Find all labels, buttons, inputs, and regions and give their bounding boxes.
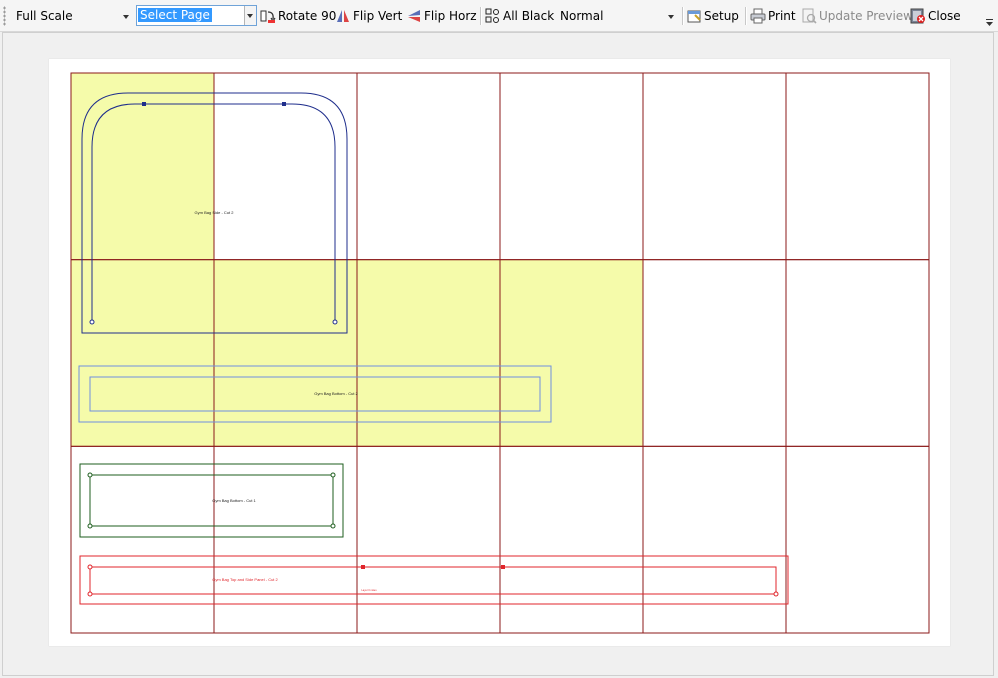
page-cell[interactable] xyxy=(499,445,644,634)
page-dropdown-value: Select Page xyxy=(138,8,212,22)
page-cell[interactable] xyxy=(642,445,787,634)
top-panel-marker xyxy=(501,565,505,569)
close-button[interactable]: Close xyxy=(910,6,961,26)
sides-marker xyxy=(89,319,95,325)
bottom-marker xyxy=(330,523,336,529)
page-cell[interactable] xyxy=(356,445,501,634)
flip-vert-button[interactable]: Flip Vert xyxy=(335,6,402,26)
bottom-marker xyxy=(87,472,93,478)
top-panel-sublabel: Layer 0 notes xyxy=(361,589,377,592)
print-label: Print xyxy=(768,9,796,23)
page-cell[interactable] xyxy=(642,72,787,261)
flip-horz-button[interactable]: Flip Horz xyxy=(406,6,477,26)
top-panel-marker xyxy=(361,565,365,569)
top-panel-marker xyxy=(87,591,93,597)
print-button[interactable]: Print xyxy=(750,6,796,26)
chevron-down-icon xyxy=(668,15,674,19)
setup-button[interactable]: Setup xyxy=(686,6,739,26)
page-cell[interactable] xyxy=(642,259,787,447)
flip-horizontal-icon xyxy=(408,10,420,22)
close-label: Close xyxy=(928,9,961,23)
flip-vertical-icon xyxy=(337,10,349,22)
close-icon xyxy=(910,8,925,24)
sides-marker xyxy=(142,102,146,106)
toolbar-separator xyxy=(480,7,481,25)
page-cell[interactable] xyxy=(70,445,215,634)
top-panel-inner xyxy=(89,566,777,595)
page-setup-icon xyxy=(687,10,701,23)
mode-dropdown[interactable]: Normal xyxy=(556,6,678,27)
pattern-preview-canvas[interactable]: Gym Bag Side - Cut 2 Gym Bag Bottom - Cu… xyxy=(49,59,950,646)
bottom-marker xyxy=(87,523,93,529)
sides-label: Gym Bag Side - Cut 2 xyxy=(195,210,235,215)
top-panel-label: Gym Bag Top and Side Panel - Cut 2 xyxy=(212,577,278,582)
page-cell[interactable] xyxy=(213,72,358,261)
update-preview-label: Update Preview xyxy=(819,9,913,23)
sides-marker xyxy=(282,102,286,106)
toolbar-separator xyxy=(682,7,683,25)
page-cell[interactable] xyxy=(785,445,930,634)
part-bottom[interactable]: Gym Bag Bottom - Cut 1 xyxy=(79,463,344,538)
toolbar-overflow-icon[interactable] xyxy=(985,17,994,27)
top-panel-outer xyxy=(79,555,789,605)
scale-dropdown-value: Full Scale xyxy=(16,9,73,23)
preview-area[interactable]: Gym Bag Side - Cut 2 Gym Bag Bottom - Cu… xyxy=(2,32,994,676)
flip-horz-label: Flip Horz xyxy=(424,9,477,23)
update-preview-button[interactable]: Update Preview xyxy=(801,6,913,26)
highlighted-page xyxy=(357,259,500,447)
setup-label: Setup xyxy=(704,9,739,23)
page-cell[interactable] xyxy=(213,445,358,634)
rotate-90-button[interactable]: Rotate 90 xyxy=(260,6,336,26)
top-panel-marker xyxy=(87,564,93,570)
part-top-side-panel[interactable]: Gym Bag Top and Side Panel - Cut 2 Layer… xyxy=(79,555,789,605)
toolbar-separator xyxy=(745,7,746,25)
highlighted-page xyxy=(500,259,643,447)
all-black-icon xyxy=(485,8,499,23)
preview-paper: Gym Bag Side - Cut 2 Gym Bag Bottom - Cu… xyxy=(49,59,950,646)
rotate-icon xyxy=(260,10,276,23)
page-cell[interactable] xyxy=(785,259,930,447)
scale-dropdown[interactable]: Full Scale xyxy=(12,6,133,27)
page-cell[interactable] xyxy=(499,72,644,261)
bottom-label: Gym Bag Bottom - Cut 1 xyxy=(212,498,256,503)
bottom-long-label: Gym Bag Bottom - Cut 2 xyxy=(314,391,358,396)
page-cell[interactable] xyxy=(785,72,930,261)
sides-marker xyxy=(332,319,338,325)
flip-vert-label: Flip Vert xyxy=(353,9,403,23)
print-preview-toolbar: Full Scale Select Page Rotate 90 Flip Ve… xyxy=(0,0,998,32)
all-black-label: All Black xyxy=(503,9,555,23)
bottom-marker xyxy=(330,472,336,478)
page-cell[interactable] xyxy=(356,72,501,261)
page-dropdown[interactable]: Select Page xyxy=(136,5,257,26)
top-panel-marker xyxy=(773,591,779,597)
update-preview-icon xyxy=(802,8,817,24)
chevron-down-icon xyxy=(123,15,129,19)
highlighted-page xyxy=(214,259,357,447)
chevron-down-icon xyxy=(247,14,253,18)
mode-dropdown-value: Normal xyxy=(560,9,604,23)
printer-icon xyxy=(750,8,766,24)
all-black-button[interactable]: All Black xyxy=(485,6,554,26)
toolbar-grip[interactable] xyxy=(3,6,6,26)
rotate-90-label: Rotate 90 xyxy=(278,9,337,23)
